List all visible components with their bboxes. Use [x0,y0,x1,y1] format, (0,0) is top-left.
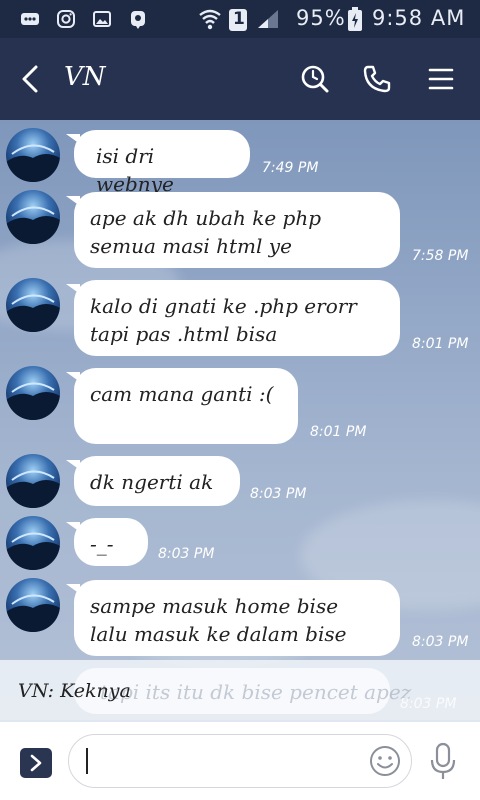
message-text-line: sampe masuk home bise [90,594,339,618]
status-bar: 1 95% 9:58 AM [0,0,480,38]
contact-avatar[interactable] [6,516,60,570]
battery-percent: 95% [296,6,346,30]
partial-message-text: tapi its itu dk bise pencet apez [100,680,412,704]
message-time: 8:03 PM [158,546,215,562]
expand-button[interactable] [20,748,52,778]
message-bubble[interactable]: cam mana ganti :( [66,368,298,444]
battery-icon [348,7,362,31]
sim-slot-number: 1 [233,9,245,29]
message-time: 7:49 PM [262,160,319,176]
message-bubble[interactable]: ape ak dh ubah ke php semua masi html ye [66,192,400,268]
message-bubble[interactable]: isi dri webnye [66,130,250,196]
message-time: 8:01 PM [310,424,367,440]
message-text: isi dri webnye [96,144,174,196]
typing-preview-label: VN: Keknya [18,680,131,702]
message-text-line: lalu masuk ke dalam bise [90,622,347,646]
message-text-line: tapi pas .html bisa [90,322,278,346]
partial-message-time: 8:03 PM [400,696,457,712]
message-bubble[interactable]: sampe masuk home bise lalu masuk ke dala… [66,580,400,656]
gallery-icon [93,11,111,27]
chat-header: VN [0,38,480,120]
instagram-icon [57,10,75,28]
message-time: 7:58 PM [412,248,469,264]
message-bubble[interactable]: -_- [66,518,148,566]
emoji-icon[interactable] [368,744,402,778]
contact-avatar[interactable] [6,578,60,632]
wifi-icon [199,9,221,30]
menu-icon[interactable] [426,64,456,94]
message-text: cam mana ganti :( [90,382,274,406]
message-bubble[interactable]: dk ngerti ak [66,456,240,506]
message-text: -_- [90,532,114,556]
message-time: 8:01 PM [412,336,469,352]
contact-avatar[interactable] [6,278,60,332]
message-text-line: ape ak dh ubah ke php [90,206,322,230]
typing-preview-banner[interactable]: tapi its itu dk bise pencet apez 8:03 PM… [0,660,480,722]
signal-icon [258,10,278,28]
message-list[interactable]: isi dri webnye 7:49 PM ape ak dh ubah ke… [0,120,480,720]
chat-title: VN [64,62,106,92]
back-arrow-icon[interactable] [18,64,44,94]
message-text: dk ngerti ak [90,470,214,494]
contact-avatar[interactable] [6,366,60,420]
contact-avatar[interactable] [6,190,60,244]
text-cursor [86,748,88,774]
sim-slot-badge: 1 [229,9,247,31]
contact-avatar[interactable] [6,128,60,182]
contact-avatar[interactable] [6,454,60,508]
location-notification-icon [131,11,145,29]
message-input[interactable] [68,734,412,788]
message-input-bar [0,722,480,800]
message-bubble[interactable]: kalo di gnati ke .php erorr tapi pas .ht… [66,280,400,356]
microphone-icon[interactable] [428,742,458,782]
phone-icon[interactable] [362,64,392,94]
message-text-line: kalo di gnati ke .php erorr [90,294,357,318]
clock-time: 9:58 AM [372,6,466,30]
message-time: 8:03 PM [412,634,469,650]
messages-notification-icon [21,13,39,25]
chevron-right-icon [30,754,42,772]
search-icon[interactable] [300,64,330,94]
message-time: 8:03 PM [250,486,307,502]
message-text-line: semua masi html ye [90,234,292,258]
